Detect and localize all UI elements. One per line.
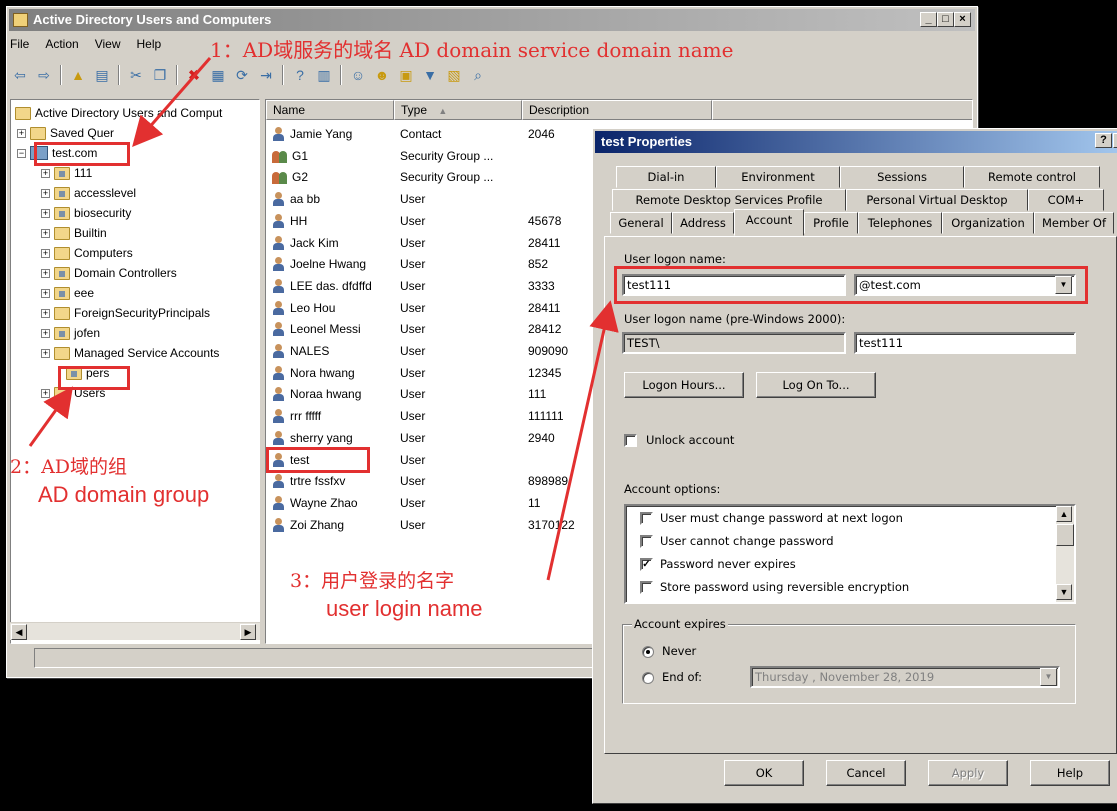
tab-account[interactable]: Account (734, 209, 804, 236)
arrow-to-logon-name (546, 300, 619, 581)
arrow-to-group (28, 386, 74, 447)
annotation-arrows (28, 57, 619, 581)
arrow-to-domain (132, 57, 212, 148)
